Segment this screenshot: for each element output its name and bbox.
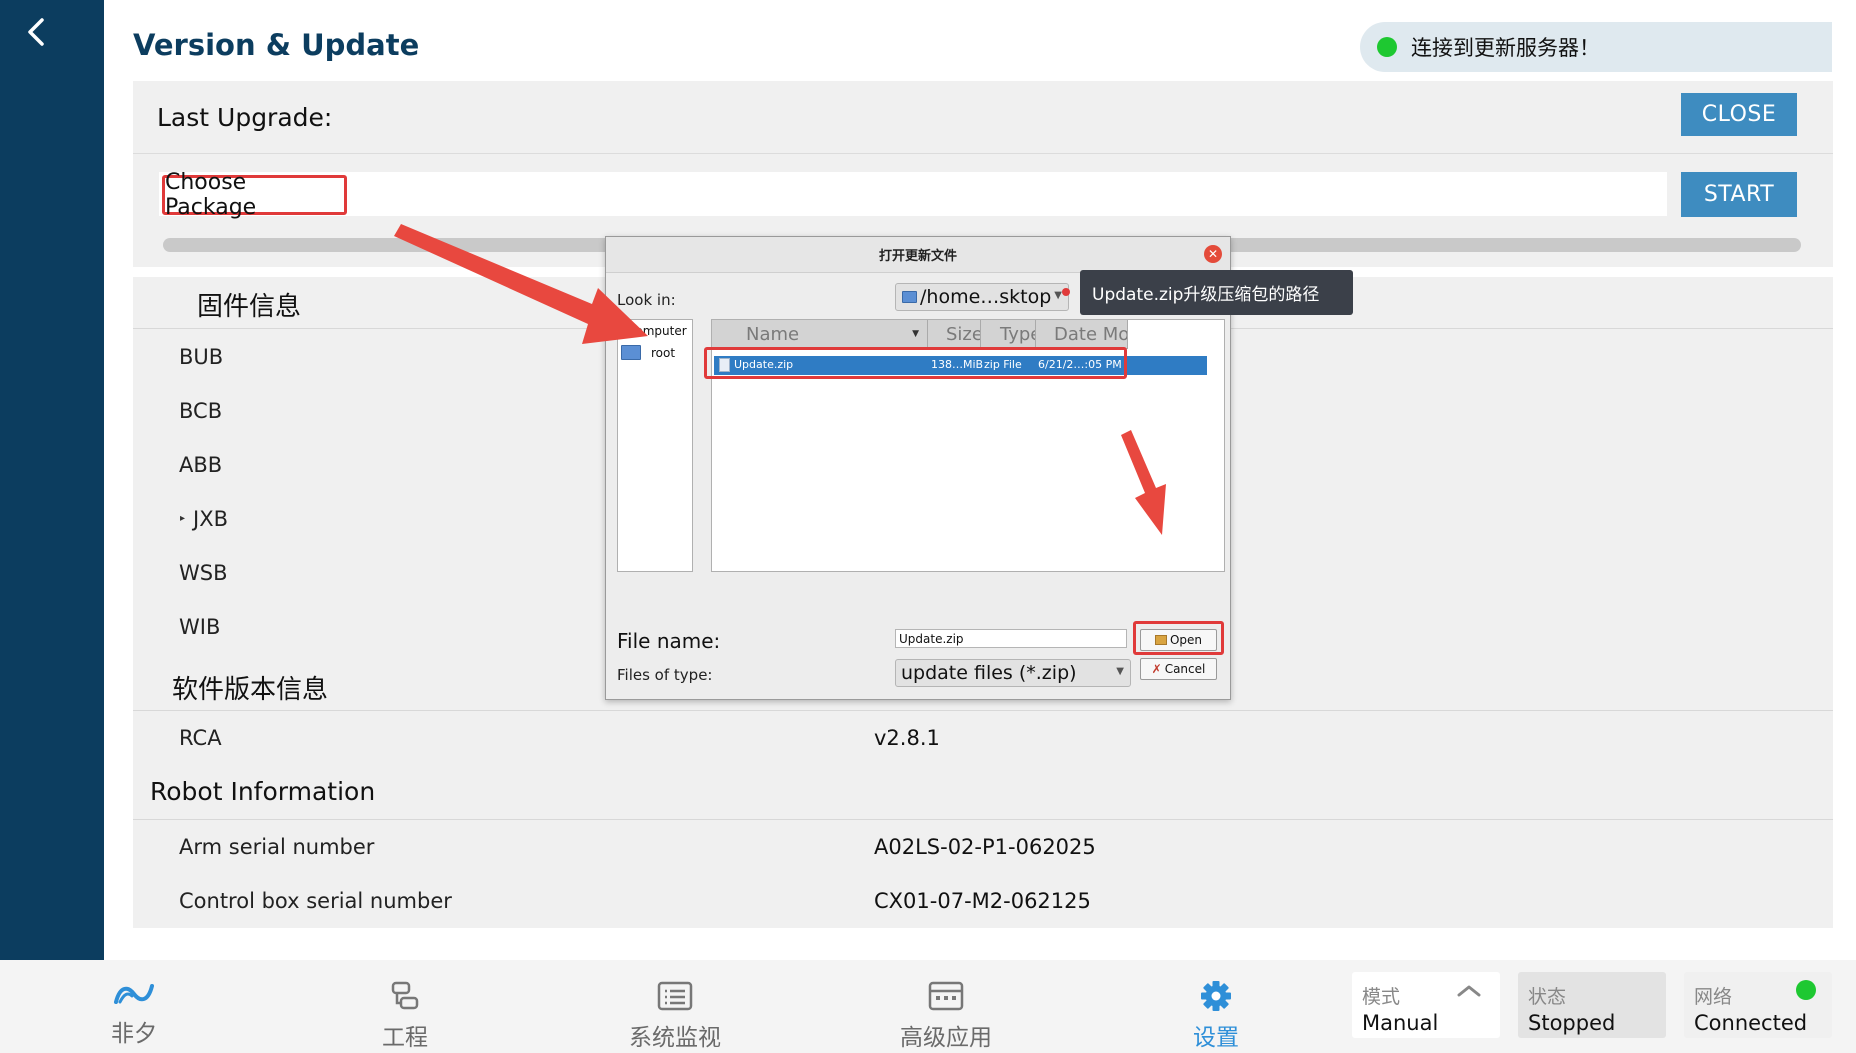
close-icon[interactable]: ✕ — [1204, 245, 1222, 263]
connection-status-dot — [1377, 37, 1397, 57]
chevron-up-icon — [1457, 985, 1481, 997]
software-item-label: RCA — [179, 726, 222, 750]
software-item-value: v2.8.1 — [874, 726, 940, 750]
cancel-button[interactable]: ✗ Cancel — [1140, 658, 1217, 680]
robot-info-title: Robot Information — [150, 777, 376, 806]
places-sidebar: Computer root — [617, 319, 693, 572]
chevron-left-icon — [28, 18, 44, 46]
left-sidebar — [0, 0, 104, 960]
state-panel[interactable]: 状态 Stopped — [1518, 972, 1666, 1038]
tab-flexiv-label: 非夕 — [111, 1021, 157, 1047]
flexiv-logo-icon — [114, 984, 154, 1004]
column-header-name[interactable]: Name ▼ — [712, 320, 928, 349]
arm-serial-label: Arm serial number — [179, 835, 375, 859]
column-header-name-label: Name — [746, 323, 800, 345]
gear-icon — [1201, 981, 1231, 1011]
highlight-box — [704, 347, 1127, 379]
tab-system-monitor[interactable]: 系统监视 — [615, 980, 735, 1052]
monitor-icon — [657, 981, 693, 1011]
package-path-field[interactable] — [159, 172, 1667, 216]
chevron-down-icon: ▼ — [1116, 666, 1124, 677]
path-tooltip: Update.zip升级压缩包的路径 — [1080, 270, 1353, 315]
sort-desc-icon: ▼ — [912, 329, 919, 339]
last-upgrade-row: Last Upgrade: CLOSE — [133, 81, 1833, 154]
folder-icon — [902, 291, 917, 303]
look-in-dropdown[interactable]: /home…sktop ▼ — [895, 283, 1069, 311]
firmware-item-bcb: BCB — [179, 399, 223, 423]
column-header-size[interactable]: Size — [928, 320, 981, 349]
choose-package-button[interactable]: Choose Package — [162, 170, 347, 220]
file-name-input[interactable] — [895, 629, 1127, 648]
last-upgrade-label: Last Upgrade: — [157, 103, 333, 132]
tab-settings-label: 设置 — [1193, 1025, 1239, 1051]
back-button[interactable] — [14, 12, 54, 52]
close-button[interactable]: CLOSE — [1681, 93, 1797, 136]
software-section-title: 软件版本信息 — [172, 675, 329, 705]
firmware-section-title: 固件信息 — [197, 292, 302, 322]
place-root[interactable]: root — [621, 345, 675, 360]
file-name-label: File name: — [617, 629, 721, 653]
control-box-serial-value: CX01-07-M2-062125 — [874, 889, 1091, 913]
file-list: Name ▼ Size Type Date Mod Update.zip 138… — [704, 319, 1225, 572]
files-of-type-label: Files of type: — [617, 666, 713, 684]
network-panel[interactable]: 网络 Connected — [1684, 972, 1832, 1038]
control-box-serial-label: Control box serial number — [179, 889, 452, 913]
expand-arrow-icon[interactable]: ▸ — [180, 513, 185, 524]
place-computer[interactable]: Computer — [606, 324, 687, 338]
firmware-item-wib: WIB — [179, 615, 221, 639]
firmware-item-abb: ABB — [179, 453, 223, 477]
chevron-down-icon: ▼ — [1054, 290, 1062, 301]
firmware-item-wsb: WSB — [179, 561, 228, 585]
place-root-label: root — [651, 345, 676, 360]
look-in-label: Look in: — [617, 291, 676, 309]
firmware-item-bub: BUB — [179, 345, 224, 369]
mode-panel[interactable]: 模式 Manual — [1352, 972, 1500, 1038]
network-value: Connected — [1694, 1011, 1808, 1035]
network-status-dot — [1796, 980, 1816, 1000]
tab-advanced-apps-label: 高级应用 — [900, 1025, 992, 1051]
files-of-type-value: update files (*.zip) — [901, 662, 1077, 684]
advanced-apps-icon — [928, 981, 964, 1011]
tab-project-label: 工程 — [382, 1025, 428, 1051]
column-header-type[interactable]: Type — [981, 320, 1036, 349]
tab-system-monitor-label: 系统监视 — [629, 1025, 721, 1051]
firmware-item-jxb[interactable]: JXB — [193, 507, 228, 531]
start-button[interactable]: START — [1681, 172, 1797, 217]
tab-advanced-apps[interactable]: 高级应用 — [886, 980, 1006, 1052]
highlight-box — [1133, 621, 1224, 655]
server-status-text: 连接到更新服务器！ — [1411, 36, 1600, 60]
state-value: Stopped — [1528, 1011, 1616, 1035]
page-title: Version & Update — [133, 28, 420, 62]
tab-flexiv[interactable]: 非夕 — [74, 980, 194, 1048]
files-of-type-dropdown[interactable]: update files (*.zip) ▼ — [895, 659, 1131, 687]
state-key: 状态 — [1528, 986, 1567, 1008]
mode-value: Manual — [1362, 1011, 1439, 1035]
project-icon — [391, 981, 419, 1010]
look-in-value: /home…sktop — [920, 286, 1052, 308]
divider — [133, 710, 1833, 711]
folder-icon — [621, 345, 641, 360]
dialog-title: 打开更新文件 — [606, 237, 1230, 273]
cancel-button-label: Cancel — [1164, 662, 1206, 676]
arm-serial-value: A02LS-02-P1-062025 — [874, 835, 1096, 859]
tooltip-marker — [1062, 288, 1070, 296]
cancel-x-icon: ✗ — [1151, 662, 1162, 676]
place-computer-label: Computer — [627, 324, 687, 338]
column-header-date[interactable]: Date Mod — [1036, 320, 1128, 349]
server-status-pill: 连接到更新服务器！ — [1360, 22, 1832, 72]
tab-settings[interactable]: 设置 — [1156, 980, 1276, 1052]
divider — [133, 819, 1833, 820]
tab-project[interactable]: 工程 — [345, 980, 465, 1052]
